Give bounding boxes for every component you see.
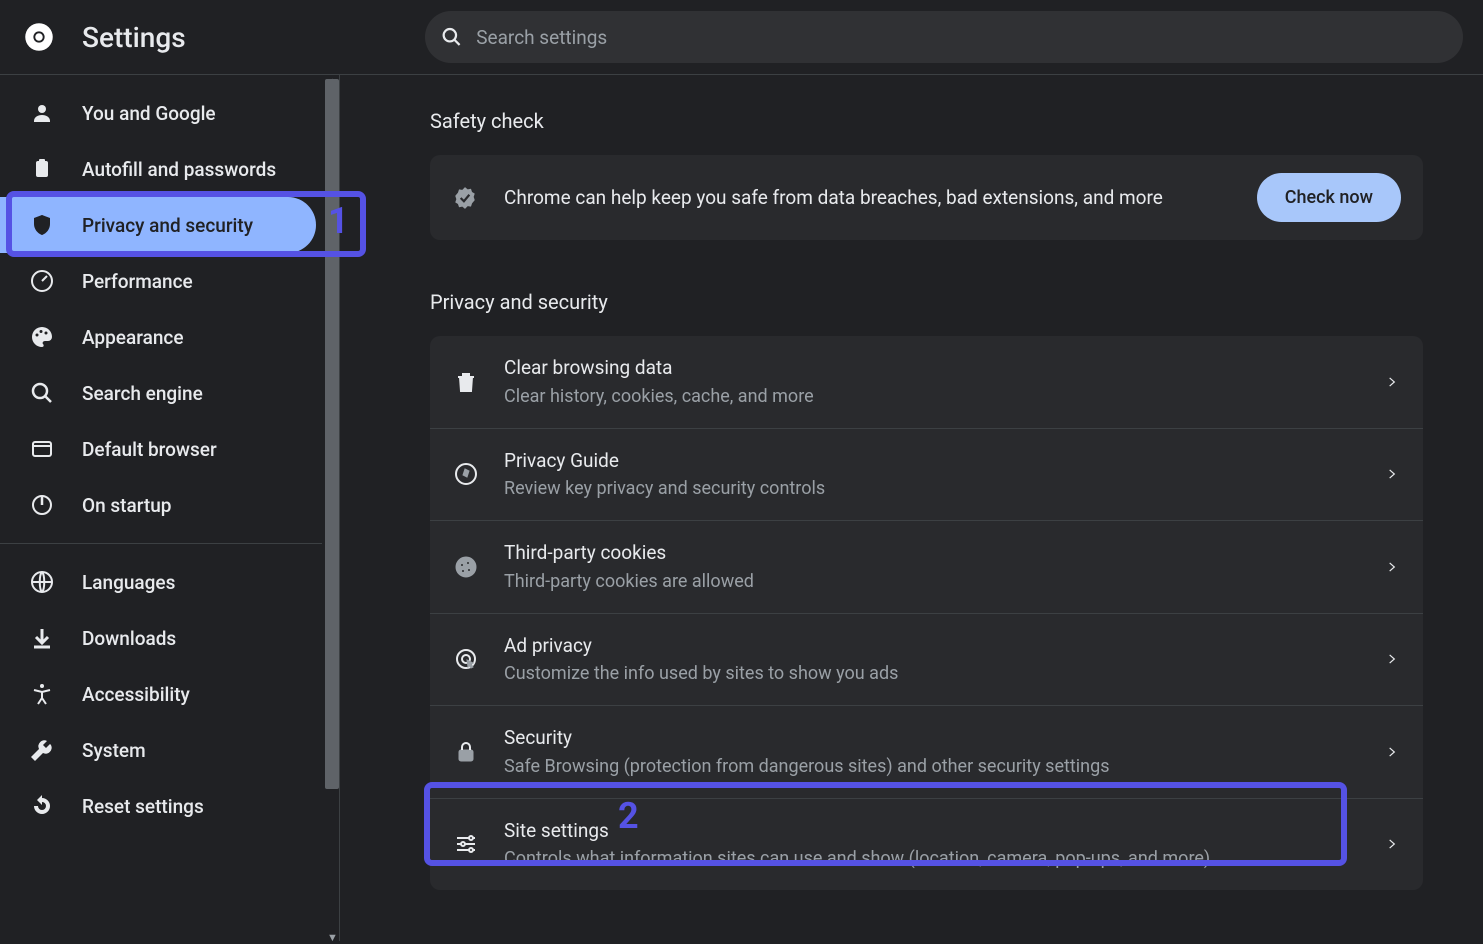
privacy-security-heading: Privacy and security — [430, 290, 1423, 314]
chevron-right-icon — [1385, 467, 1399, 481]
sidebar-item-system[interactable]: System — [0, 722, 316, 778]
sidebar: You and Google Autofill and passwords Pr… — [0, 75, 340, 941]
palette-icon — [30, 325, 54, 349]
row-privacy-guide[interactable]: Privacy Guide Review key privacy and sec… — [430, 429, 1423, 522]
shield-icon — [30, 213, 54, 237]
main-content: Safety check Chrome can help keep you sa… — [340, 75, 1483, 941]
scrollbar-thumb[interactable] — [325, 79, 339, 789]
row-third-party-cookies[interactable]: Third-party cookies Third-party cookies … — [430, 521, 1423, 614]
sidebar-item-label: Search engine — [82, 382, 203, 405]
search-icon — [441, 26, 462, 48]
compass-icon — [454, 462, 478, 486]
row-texts: Third-party cookies Third-party cookies … — [504, 539, 1385, 595]
row-subtitle: Customize the info used by sites to show… — [504, 660, 1385, 687]
sidebar-item-label: Languages — [82, 571, 175, 594]
sidebar-item-label: Appearance — [82, 326, 184, 349]
row-subtitle: Review key privacy and security controls — [504, 475, 1385, 502]
row-title: Ad privacy — [504, 632, 1385, 661]
search-field[interactable] — [425, 11, 1463, 63]
row-texts: Privacy Guide Review key privacy and sec… — [504, 447, 1385, 503]
row-clear-browsing-data[interactable]: Clear browsing data Clear history, cooki… — [430, 336, 1423, 429]
sidebar-item-label: Default browser — [82, 438, 217, 461]
accessibility-icon — [30, 682, 54, 706]
row-texts: Ad privacy Customize the info used by si… — [504, 632, 1385, 688]
search-icon — [30, 381, 54, 405]
chevron-right-icon — [1385, 837, 1399, 851]
sidebar-item-label: You and Google — [82, 102, 216, 125]
sidebar-item-downloads[interactable]: Downloads — [0, 610, 316, 666]
row-title: Clear browsing data — [504, 354, 1385, 383]
search-wrap — [425, 11, 1483, 63]
sidebar-item-autofill[interactable]: Autofill and passwords — [0, 141, 316, 197]
chrome-logo-icon — [24, 22, 54, 52]
clipboard-icon — [30, 157, 54, 181]
power-icon — [30, 493, 54, 517]
person-icon — [30, 101, 54, 125]
chevron-right-icon — [1385, 652, 1399, 666]
sidebar-item-appearance[interactable]: Appearance — [0, 309, 316, 365]
row-subtitle: Third-party cookies are allowed — [504, 568, 1385, 595]
safety-check-card: Chrome can help keep you safe from data … — [430, 155, 1423, 240]
sidebar-item-languages[interactable]: Languages — [0, 554, 316, 610]
chevron-right-icon — [1385, 560, 1399, 574]
trash-icon — [454, 370, 478, 394]
chevron-right-icon — [1385, 375, 1399, 389]
row-title: Privacy Guide — [504, 447, 1385, 476]
sidebar-item-label: Accessibility — [82, 683, 190, 706]
privacy-security-card: Clear browsing data Clear history, cooki… — [430, 336, 1423, 890]
sidebar-item-search-engine[interactable]: Search engine — [0, 365, 316, 421]
globe-icon — [30, 570, 54, 594]
sidebar-scroll[interactable]: You and Google Autofill and passwords Pr… — [0, 75, 339, 941]
row-title: Security — [504, 724, 1385, 753]
sidebar-item-performance[interactable]: Performance — [0, 253, 316, 309]
sidebar-item-label: Reset settings — [82, 795, 204, 818]
row-texts: Security Safe Browsing (protection from … — [504, 724, 1385, 780]
safety-check-row: Chrome can help keep you safe from data … — [430, 155, 1423, 240]
ad-click-icon — [454, 647, 478, 671]
check-now-button[interactable]: Check now — [1257, 173, 1401, 222]
safety-check-heading: Safety check — [430, 109, 1423, 133]
download-icon — [30, 626, 54, 650]
row-texts: Clear browsing data Clear history, cooki… — [504, 354, 1385, 410]
search-input[interactable] — [476, 26, 1447, 49]
wrench-icon — [30, 738, 54, 762]
row-security[interactable]: Security Safe Browsing (protection from … — [430, 706, 1423, 799]
sidebar-divider — [0, 543, 322, 544]
row-texts: Site settings Controls what information … — [504, 817, 1385, 873]
sidebar-item-default-browser[interactable]: Default browser — [0, 421, 316, 477]
speed-icon — [30, 269, 54, 293]
row-subtitle: Clear history, cookies, cache, and more — [504, 383, 1385, 410]
sidebar-item-on-startup[interactable]: On startup — [0, 477, 316, 533]
tune-icon — [454, 832, 478, 856]
app-header: Settings — [0, 0, 1483, 75]
sidebar-item-label: Privacy and security — [82, 214, 253, 237]
row-ad-privacy[interactable]: Ad privacy Customize the info used by si… — [430, 614, 1423, 707]
header-left: Settings — [0, 21, 425, 54]
sidebar-item-label: Downloads — [82, 627, 176, 650]
sidebar-item-label: Autofill and passwords — [82, 158, 276, 181]
row-subtitle: Controls what information sites can use … — [504, 845, 1385, 872]
safety-check-text: Chrome can help keep you safe from data … — [504, 186, 1231, 209]
sidebar-item-you-and-google[interactable]: You and Google — [0, 85, 316, 141]
sidebar-item-label: Performance — [82, 270, 193, 293]
row-subtitle: Safe Browsing (protection from dangerous… — [504, 753, 1385, 780]
verified-shield-icon — [452, 185, 478, 211]
row-title: Site settings — [504, 817, 1385, 846]
window-icon — [30, 437, 54, 461]
row-title: Third-party cookies — [504, 539, 1385, 568]
sidebar-item-label: System — [82, 739, 146, 762]
sidebar-item-privacy[interactable]: Privacy and security — [0, 197, 316, 253]
scrollbar-down-arrow-icon[interactable]: ▼ — [327, 931, 337, 941]
page-title: Settings — [82, 21, 186, 54]
sidebar-item-accessibility[interactable]: Accessibility — [0, 666, 316, 722]
lock-icon — [454, 740, 478, 764]
chevron-right-icon — [1385, 745, 1399, 759]
reset-icon — [30, 794, 54, 818]
sidebar-item-label: On startup — [82, 494, 172, 517]
cookie-icon — [454, 555, 478, 579]
sidebar-item-reset[interactable]: Reset settings — [0, 778, 316, 834]
row-site-settings[interactable]: Site settings Controls what information … — [430, 799, 1423, 891]
